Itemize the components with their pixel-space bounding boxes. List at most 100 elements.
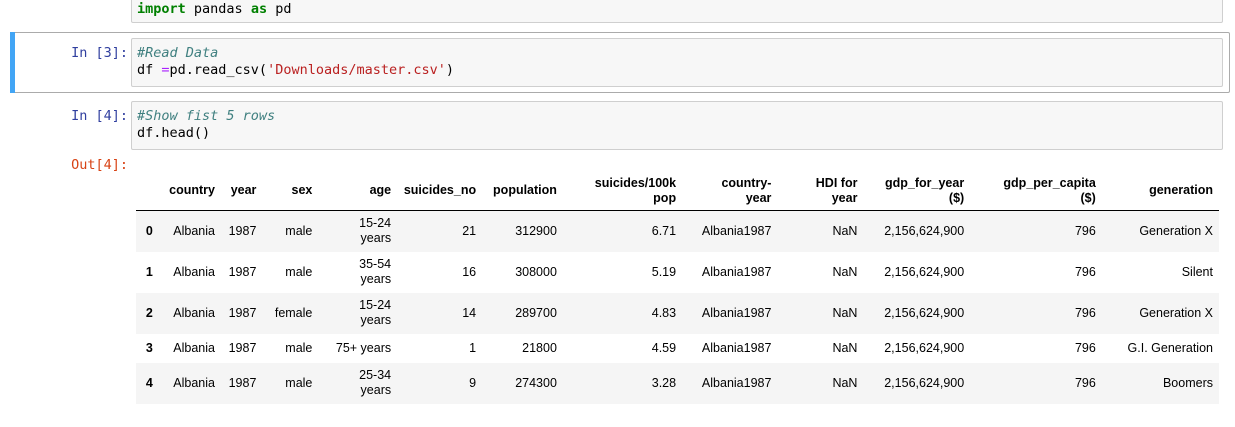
code-text: df.head() bbox=[137, 125, 211, 141]
code-input-read-data[interactable]: #Read Data df =pd.read_csv('Downloads/ma… bbox=[131, 38, 1223, 87]
row-index: 2 bbox=[145, 305, 153, 320]
code-text: pd bbox=[267, 1, 292, 17]
cell-hdi: NaN bbox=[832, 340, 858, 355]
cell-generation: Boomers bbox=[1162, 375, 1213, 390]
column-header-country: country bbox=[158, 171, 221, 211]
cell-country-year: Albania1987 bbox=[701, 375, 772, 390]
cell-age: 15-24 years bbox=[359, 298, 392, 327]
code-text: df bbox=[137, 62, 162, 78]
input-prompt-4: In [4]: bbox=[71, 108, 128, 124]
cell-suicides-no: 21 bbox=[462, 223, 477, 238]
table-row: 1 Albania 1987 male 35-54 years 16 308000… bbox=[136, 252, 1219, 293]
cell-suicides-no: 16 bbox=[462, 264, 477, 279]
cell-year: 1987 bbox=[228, 305, 257, 320]
cell-suicides-100k: 5.19 bbox=[651, 264, 677, 279]
cell-country: Albania bbox=[173, 264, 215, 279]
cell-gdp-per-capita: 796 bbox=[1074, 340, 1096, 355]
cell-gdp-for-year: 2,156,624,900 bbox=[884, 305, 965, 320]
column-header-hdi: HDI for year bbox=[777, 171, 864, 211]
cell-generation: Generation X bbox=[1139, 305, 1213, 320]
cell-suicides-100k: 4.59 bbox=[651, 340, 677, 355]
cell-generation: Generation X bbox=[1139, 223, 1213, 238]
code-text: pandas bbox=[185, 1, 251, 17]
cell-sex: male bbox=[285, 223, 313, 238]
cell-year: 1987 bbox=[228, 375, 257, 390]
cell-age: 25-34 years bbox=[359, 368, 392, 397]
table-row: 0 Albania 1987 male 15-24 years 21 312900… bbox=[136, 210, 1219, 252]
cell-country-year: Albania1987 bbox=[701, 264, 772, 279]
cell-country: Albania bbox=[173, 305, 215, 320]
column-header-country-year: country-year bbox=[682, 171, 778, 211]
column-header-sex: sex bbox=[262, 171, 319, 211]
row-index: 0 bbox=[145, 223, 153, 238]
column-header-gdp-per-capita: gdp_per_capita ($) bbox=[970, 171, 1102, 211]
cell-gdp-per-capita: 796 bbox=[1074, 223, 1096, 238]
column-header-year: year bbox=[220, 171, 263, 211]
code-text: ) bbox=[445, 62, 455, 78]
column-header-population: population bbox=[482, 171, 563, 211]
cell-population: 308000 bbox=[515, 264, 557, 279]
index-header bbox=[136, 171, 159, 211]
cell-suicides-100k: 4.83 bbox=[651, 305, 677, 320]
cell-population: 274300 bbox=[515, 375, 557, 390]
cell-sex: male bbox=[285, 264, 313, 279]
input-prompt-3: In [3]: bbox=[71, 45, 128, 61]
code-comment: #Show fist 5 rows bbox=[137, 108, 276, 124]
column-header-suicides-100k: suicides/100k pop bbox=[562, 171, 683, 211]
cell-year: 1987 bbox=[228, 340, 257, 355]
output-prompt-4: Out[4]: bbox=[71, 157, 128, 173]
cell-country: Albania bbox=[173, 223, 215, 238]
cell-sex: female bbox=[274, 305, 313, 320]
code-input-head[interactable]: #Show fist 5 rows df.head() bbox=[131, 101, 1223, 150]
dataframe-table: country year sex age suicides_no populat… bbox=[136, 171, 1219, 404]
code-input-import[interactable]: import pandas as pd bbox=[131, 0, 1223, 23]
cell-gdp-for-year: 2,156,624,900 bbox=[884, 223, 965, 238]
row-index: 1 bbox=[145, 264, 153, 279]
cell-gdp-for-year: 2,156,624,900 bbox=[884, 375, 965, 390]
selected-cell-indicator bbox=[10, 32, 15, 93]
cell-country: Albania bbox=[173, 340, 215, 355]
code-text: pd.read_csv( bbox=[169, 62, 268, 78]
cell-population: 312900 bbox=[515, 223, 557, 238]
code-operator: = bbox=[161, 62, 170, 78]
keyword-import: import bbox=[137, 1, 186, 17]
cell-gdp-per-capita: 796 bbox=[1074, 264, 1096, 279]
cell-country-year: Albania1987 bbox=[701, 305, 772, 320]
cell-hdi: NaN bbox=[832, 264, 858, 279]
cell-suicides-no: 14 bbox=[462, 305, 477, 320]
cell-sex: male bbox=[285, 375, 313, 390]
cell-population: 21800 bbox=[522, 340, 557, 355]
cell-generation: G.I. Generation bbox=[1127, 340, 1213, 355]
cell-gdp-per-capita: 796 bbox=[1074, 375, 1096, 390]
cell-age: 35-54 years bbox=[359, 257, 392, 286]
column-header-suicides-no: suicides_no bbox=[397, 171, 483, 211]
row-index: 3 bbox=[145, 340, 153, 355]
keyword-as: as bbox=[250, 1, 268, 17]
cell-gdp-for-year: 2,156,624,900 bbox=[884, 340, 965, 355]
cell-suicides-no: 1 bbox=[469, 340, 477, 355]
table-row: 3 Albania 1987 male 75+ years 1 21800 4.… bbox=[136, 334, 1219, 363]
table-row: 4 Albania 1987 male 25-34 years 9 274300 … bbox=[136, 362, 1219, 404]
cell-year: 1987 bbox=[228, 223, 257, 238]
cell-gdp-per-capita: 796 bbox=[1074, 305, 1096, 320]
table-row: 2 Albania 1987 female 15-24 years 14 2897… bbox=[136, 292, 1219, 334]
cell-suicides-100k: 3.28 bbox=[651, 375, 677, 390]
cell-country: Albania bbox=[173, 375, 215, 390]
cell-gdp-for-year: 2,156,624,900 bbox=[884, 264, 965, 279]
code-string: 'Downloads/master.csv' bbox=[267, 62, 446, 78]
row-index: 4 bbox=[145, 375, 153, 390]
cell-suicides-no: 9 bbox=[469, 375, 477, 390]
column-header-gdp-for-year: gdp_for_year ($) bbox=[863, 171, 971, 211]
cell-age: 15-24 years bbox=[359, 216, 392, 246]
cell-hdi: NaN bbox=[832, 223, 858, 238]
column-header-generation: generation bbox=[1101, 171, 1219, 211]
code-comment: #Read Data bbox=[137, 45, 219, 61]
cell-sex: male bbox=[285, 340, 313, 355]
cell-country-year: Albania1987 bbox=[701, 223, 772, 238]
cell-year: 1987 bbox=[228, 264, 257, 279]
table-header-row: country year sex age suicides_no populat… bbox=[136, 171, 1219, 211]
cell-age: 75+ years bbox=[335, 340, 392, 355]
cell-country-year: Albania1987 bbox=[701, 340, 772, 355]
cell-generation: Silent bbox=[1181, 264, 1213, 279]
column-header-age: age bbox=[318, 171, 398, 211]
